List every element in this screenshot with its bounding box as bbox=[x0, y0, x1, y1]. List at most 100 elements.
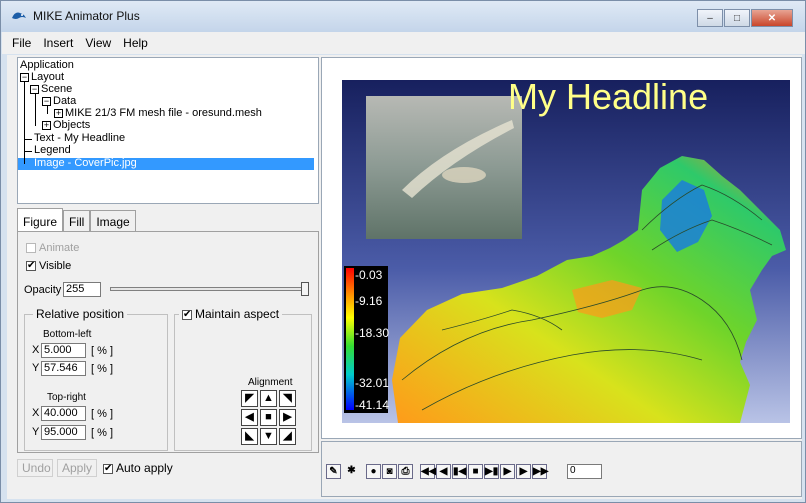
title-bar[interactable]: MIKE Animator Plus – □ ✕ bbox=[1, 1, 805, 32]
apply-button[interactable]: Apply bbox=[57, 459, 97, 477]
align-left-icon[interactable]: ◀ bbox=[241, 409, 258, 426]
cover-picture[interactable] bbox=[366, 96, 522, 239]
opacity-slider-handle[interactable] bbox=[301, 282, 309, 296]
percent-unit: [ % ] bbox=[91, 427, 114, 439]
opacity-slider[interactable] bbox=[110, 287, 307, 291]
bottom-left-label: Bottom-left bbox=[43, 329, 92, 340]
percent-unit: [ % ] bbox=[91, 363, 114, 375]
tr-x-label: X bbox=[32, 407, 40, 419]
first-frame-icon[interactable]: ▮◀ bbox=[452, 464, 467, 479]
animate-checkbox[interactable]: Animate bbox=[26, 242, 79, 254]
menu-view[interactable]: View bbox=[79, 36, 117, 50]
collapse-icon[interactable]: − bbox=[20, 72, 29, 82]
expand-icon[interactable]: + bbox=[54, 108, 63, 118]
tree-item-label: Image - CoverPic.jpg bbox=[34, 157, 137, 169]
collapse-icon[interactable]: − bbox=[42, 96, 51, 106]
playback-panel: ✎ ✱ ● ◙ ⎙ ◀◀ ◀ ▮◀ ■ ▶▮ ▶ ▶ ▶▶ 0 bbox=[321, 441, 802, 497]
frame-number-input[interactable]: 0 bbox=[567, 464, 602, 479]
tree-item-label: Data bbox=[53, 95, 77, 107]
maintain-aspect-checkbox[interactable]: ✔ Maintain aspect bbox=[179, 307, 283, 321]
tree-item-scene[interactable]: − Scene bbox=[30, 83, 72, 96]
app-window: MIKE Animator Plus – □ ✕ File Insert Vie… bbox=[0, 0, 806, 503]
align-center-icon[interactable]: ■ bbox=[260, 409, 277, 426]
fast-forward-icon[interactable]: ▶▶ bbox=[532, 464, 548, 479]
scene-headline[interactable]: My Headline bbox=[508, 76, 708, 118]
undo-button[interactable]: Undo bbox=[17, 459, 53, 477]
scene-view[interactable]: My Headline -0.03 -9.16 -18.30 -32.01 -4… bbox=[321, 57, 802, 439]
tree-item-layout[interactable]: − Layout bbox=[20, 71, 64, 84]
tree-item-label: Objects bbox=[53, 119, 91, 131]
client-area: Application − Layout − Scene − Data + MIKE 2… bbox=[7, 55, 802, 499]
menu-help[interactable]: Help bbox=[117, 36, 154, 50]
align-top-icon[interactable]: ▲ bbox=[260, 390, 277, 407]
collapse-icon[interactable]: − bbox=[30, 84, 39, 94]
maintain-aspect-group: ✔ Maintain aspect Alignment ◤ ▲ ◥ ◀ ■ ▶ ◣… bbox=[174, 307, 312, 451]
checkmark-icon: ✔ bbox=[103, 462, 113, 474]
record-icon[interactable]: ● bbox=[366, 464, 381, 479]
menu-bar: File Insert View Help bbox=[2, 32, 805, 54]
align-right-icon[interactable]: ▶ bbox=[279, 409, 296, 426]
last-frame-icon[interactable]: ▶▮ bbox=[484, 464, 499, 479]
relative-position-title: Relative position bbox=[33, 307, 128, 321]
tree-connector bbox=[35, 94, 36, 126]
layout-tree[interactable]: Application − Layout − Scene − Data + MIKE 2… bbox=[17, 57, 319, 204]
tree-item-legend[interactable]: Legend bbox=[34, 144, 71, 157]
rewind-icon[interactable]: ◀◀ bbox=[420, 464, 436, 479]
figure-panel: Animate ✔ Visible Opacity 255 Relative po… bbox=[17, 231, 319, 453]
bottom-left-x-input[interactable]: 5.000 bbox=[41, 343, 86, 358]
opacity-label: Opacity bbox=[24, 284, 62, 296]
color-legend[interactable]: -0.03 -9.16 -18.30 -32.01 -41.14 bbox=[344, 266, 390, 413]
visible-checkbox[interactable]: ✔ Visible bbox=[26, 260, 71, 272]
camera-icon[interactable]: ◙ bbox=[382, 464, 397, 479]
top-right-label: Top-right bbox=[47, 392, 86, 403]
chart-edit-icon[interactable]: ✎ bbox=[326, 464, 341, 479]
play-icon[interactable]: ▶ bbox=[516, 464, 531, 479]
stop-icon[interactable]: ■ bbox=[468, 464, 483, 479]
minimize-button[interactable]: – bbox=[697, 9, 723, 27]
tab-image[interactable]: Image bbox=[90, 210, 136, 231]
percent-unit: [ % ] bbox=[91, 408, 114, 420]
align-top-left-icon[interactable]: ◤ bbox=[241, 390, 258, 407]
checkbox-icon bbox=[26, 243, 36, 254]
legend-value: -18.30 bbox=[355, 326, 390, 340]
window-title: MIKE Animator Plus bbox=[33, 9, 140, 23]
legend-value: -0.03 bbox=[355, 268, 383, 282]
tree-connector bbox=[24, 139, 32, 140]
top-right-x-input[interactable]: 40.000 bbox=[41, 406, 86, 421]
tree-item-mesh-file[interactable]: + MIKE 21/3 FM mesh file - oresund.mesh bbox=[54, 107, 262, 120]
maximize-button[interactable]: □ bbox=[724, 9, 750, 27]
step-back-icon[interactable]: ◀ bbox=[436, 464, 451, 479]
tab-fill[interactable]: Fill bbox=[63, 210, 91, 231]
auto-apply-label: Auto apply bbox=[116, 461, 173, 475]
apply-bar: Undo Apply ✔ Auto apply bbox=[17, 457, 319, 479]
top-right-y-input[interactable]: 95.000 bbox=[41, 425, 86, 440]
print-icon[interactable]: ⎙ bbox=[398, 464, 413, 479]
align-bottom-icon[interactable]: ▼ bbox=[260, 428, 277, 445]
bl-x-label: X bbox=[32, 344, 40, 356]
relative-position-group: Relative position Bottom-left X 5.000 [ … bbox=[24, 307, 168, 451]
align-bottom-right-icon[interactable]: ◢ bbox=[279, 428, 296, 445]
step-forward-icon[interactable]: ▶ bbox=[500, 464, 515, 479]
bottom-left-y-input[interactable]: 57.546 bbox=[41, 361, 86, 376]
animate-label: Animate bbox=[39, 242, 80, 254]
opacity-input[interactable]: 255 bbox=[63, 282, 101, 297]
align-top-right-icon[interactable]: ◥ bbox=[279, 390, 296, 407]
menu-insert[interactable]: Insert bbox=[37, 36, 79, 50]
auto-apply-checkbox[interactable]: ✔ Auto apply bbox=[103, 461, 173, 475]
property-tabs: Figure Fill Image bbox=[17, 208, 136, 232]
expand-icon[interactable]: + bbox=[42, 120, 51, 130]
tree-item-text[interactable]: Text - My Headline bbox=[34, 132, 125, 145]
menu-file[interactable]: File bbox=[6, 36, 37, 50]
alignment-label: Alignment bbox=[248, 377, 293, 388]
tab-figure[interactable]: Figure bbox=[17, 208, 64, 231]
tree-item-image-selected[interactable]: Image - CoverPic.jpg bbox=[18, 157, 314, 170]
tree-connector bbox=[47, 106, 48, 114]
checkmark-icon: ✔ bbox=[26, 260, 36, 272]
tr-y-label: Y bbox=[32, 426, 40, 438]
tree-item-application[interactable]: Application bbox=[20, 59, 74, 72]
asterisk-icon[interactable]: ✱ bbox=[344, 464, 359, 479]
align-bottom-left-icon[interactable]: ◣ bbox=[241, 428, 258, 445]
legend-value: -41.14 bbox=[355, 398, 390, 412]
tree-item-objects[interactable]: + Objects bbox=[42, 119, 91, 132]
close-button[interactable]: ✕ bbox=[751, 9, 793, 27]
